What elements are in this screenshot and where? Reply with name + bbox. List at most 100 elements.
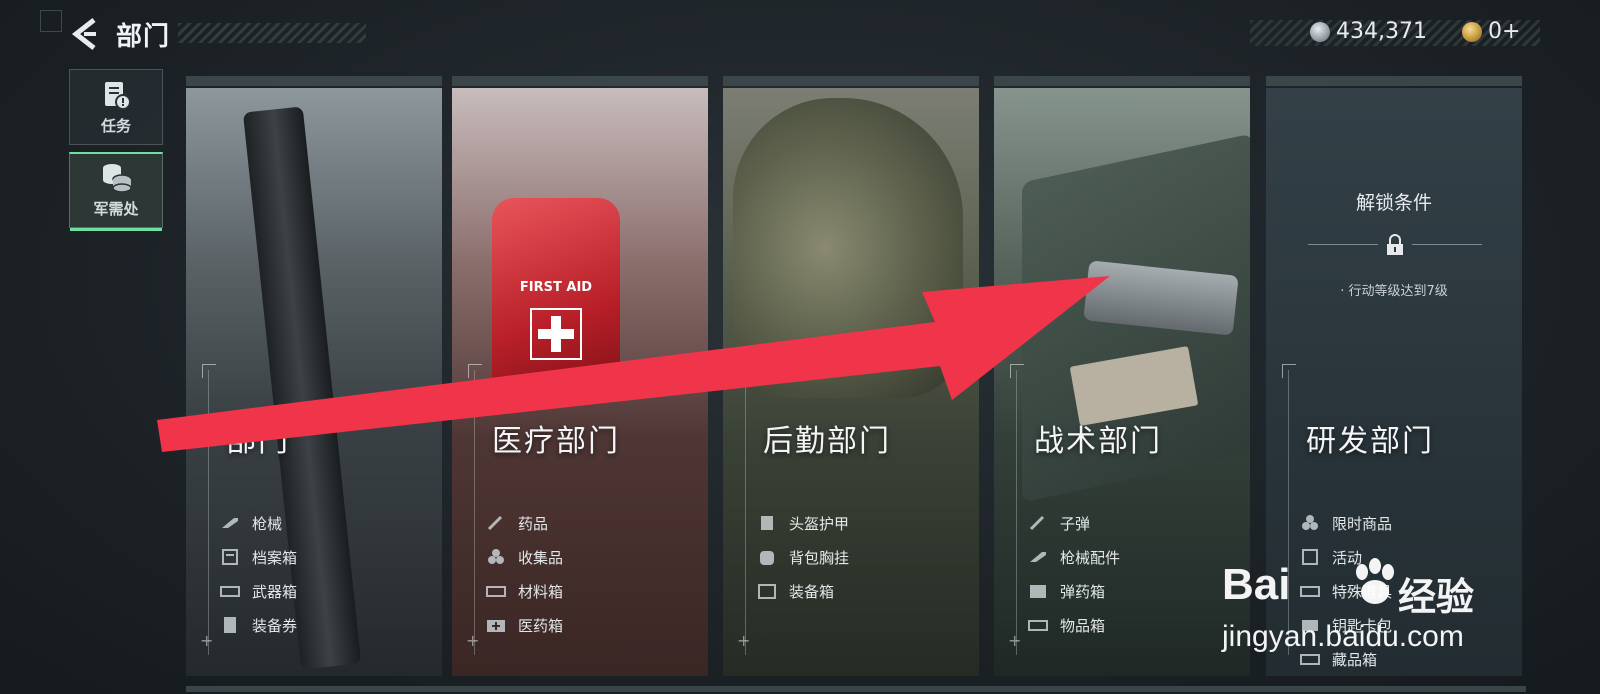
corner-mark: [1010, 364, 1024, 378]
item-label: 钥匙卡包: [1332, 616, 1393, 635]
list-item[interactable]: 物品箱: [1028, 608, 1120, 642]
list-item[interactable]: 背包胸挂: [757, 540, 849, 574]
item-label: 子弹: [1060, 514, 1091, 533]
card-header-strip: [186, 76, 442, 86]
card-header-strip: [723, 76, 979, 86]
card-background: 部门 枪械 档案箱 武器箱 装备券 +: [186, 88, 442, 676]
bullet-icon: [1028, 514, 1048, 532]
unlock-condition: · 行动等级达到7级: [1340, 284, 1448, 299]
dept-card-logistics[interactable]: 后勤部门 头盔护甲 背包胸挂 装备箱 +: [723, 76, 979, 676]
divider-line: [1308, 244, 1378, 245]
special-item-icon: [1300, 582, 1320, 600]
corner-mark: [739, 364, 753, 378]
list-item[interactable]: 药品: [486, 506, 563, 540]
list-item[interactable]: 装备券: [220, 608, 297, 642]
material-box-icon: [486, 582, 506, 600]
list-item[interactable]: 档案箱: [220, 540, 297, 574]
currency-amount: 0+: [1488, 19, 1521, 44]
side-nav-supply[interactable]: 军需处: [69, 152, 163, 231]
card-background: 后勤部门 头盔护甲 背包胸挂 装备箱 +: [723, 88, 979, 676]
list-item[interactable]: 武器箱: [220, 574, 297, 608]
list-item[interactable]: 活动: [1300, 540, 1392, 574]
back-button[interactable]: [70, 16, 100, 52]
weapon-case-icon: [220, 582, 240, 600]
divider-line: [745, 370, 746, 655]
item-label: 头盔护甲: [789, 514, 850, 533]
divider-line: [208, 370, 209, 655]
currency-silver: 434,371: [1310, 19, 1427, 44]
item-label: 枪械: [252, 514, 283, 533]
item-label: 药品: [518, 514, 549, 533]
list-item[interactable]: 钥匙卡包: [1300, 608, 1392, 642]
side-nav-task[interactable]: 任务: [69, 69, 163, 145]
bag-label: FIRST AID: [519, 280, 593, 295]
card-header-strip: [1266, 76, 1522, 86]
coin-stack-icon: [103, 164, 132, 193]
list-item[interactable]: 收集品: [486, 540, 563, 574]
attachment-icon: [1028, 548, 1048, 566]
plus-mark: +: [200, 631, 214, 650]
active-indicator: [70, 228, 162, 231]
file-box-icon: [220, 548, 240, 566]
currency-gold[interactable]: 0+: [1462, 19, 1520, 44]
page-title: 部门: [116, 22, 171, 52]
item-label: 背包胸挂: [789, 548, 850, 567]
currency-amount: 434,371: [1336, 19, 1427, 44]
dept-item-list: 枪械 档案箱 武器箱 装备券: [220, 506, 297, 642]
plus-mark: +: [466, 631, 480, 650]
divider-line: [1288, 370, 1289, 655]
dept-title: 部门: [226, 424, 290, 459]
list-item[interactable]: 头盔护甲: [757, 506, 849, 540]
dept-card-weapons[interactable]: 部门 枪械 档案箱 武器箱 装备券 +: [186, 76, 442, 676]
item-label: 档案箱: [252, 548, 298, 567]
plus-mark: +: [1008, 631, 1022, 650]
card-header-strip: [994, 76, 1250, 86]
first-aid-bag-image: FIRST AID: [492, 198, 620, 398]
dept-item-list: 药品 收集品 材料箱 医药箱: [486, 506, 563, 642]
divider-line: [474, 370, 475, 655]
list-item[interactable]: 枪械配件: [1028, 540, 1120, 574]
dept-item-list: 子弹 枪械配件 弹药箱 物品箱: [1028, 506, 1120, 642]
corner-frame: [40, 10, 62, 32]
medical-cross-icon: [530, 308, 582, 360]
dept-card-tactical[interactable]: 战术部门 子弹 枪械配件 弹药箱 物品箱 +: [994, 76, 1250, 676]
list-item[interactable]: 子弹: [1028, 506, 1120, 540]
divider-line: [1016, 370, 1017, 655]
medkit-icon: [486, 616, 506, 634]
list-item[interactable]: 藏品箱: [1300, 642, 1392, 676]
dept-item-list: 限时商品 活动 特殊道具 钥匙卡包 藏品箱: [1300, 506, 1392, 676]
item-label: 装备箱: [789, 582, 835, 601]
item-label: 特殊道具: [1332, 582, 1393, 601]
list-item[interactable]: 装备箱: [757, 574, 849, 608]
corner-mark: [1282, 364, 1296, 378]
bottom-scroll-bar[interactable]: [186, 686, 1526, 692]
list-item[interactable]: 限时商品: [1300, 506, 1392, 540]
item-label: 收集品: [518, 548, 564, 567]
dept-title: 战术部门: [1034, 424, 1162, 459]
card-background: 战术部门 子弹 枪械配件 弹药箱 物品箱 +: [994, 88, 1250, 676]
syringe-icon: [486, 514, 506, 532]
card-background: 解锁条件 · 行动等级达到7级 研发部门 限时商品 活动 特殊道具 钥匙卡包 藏…: [1266, 88, 1522, 676]
item-label: 弹药箱: [1060, 582, 1106, 601]
side-nav-label: 任务: [100, 116, 131, 135]
limited-goods-icon: [1300, 514, 1320, 532]
corner-mark: [468, 364, 482, 378]
list-item[interactable]: 弹药箱: [1028, 574, 1120, 608]
list-item[interactable]: 枪械: [220, 506, 297, 540]
item-label: 武器箱: [252, 582, 298, 601]
dept-item-list: 头盔护甲 背包胸挂 装备箱: [757, 506, 849, 608]
silver-coin-icon: [1310, 21, 1330, 42]
gold-coin-icon: [1462, 21, 1482, 42]
list-item[interactable]: 医药箱: [486, 608, 563, 642]
dept-card-research[interactable]: 解锁条件 · 行动等级达到7级 研发部门 限时商品 活动 特殊道具 钥匙卡包 藏…: [1266, 76, 1522, 676]
card-header-strip: [452, 76, 708, 86]
item-box-icon: [1028, 616, 1048, 634]
plus-mark: +: [737, 631, 751, 650]
item-label: 藏品箱: [1332, 650, 1378, 669]
list-item[interactable]: 材料箱: [486, 574, 563, 608]
item-label: 活动: [1332, 548, 1363, 567]
ammo-crate-icon: [1028, 582, 1048, 600]
list-item[interactable]: 特殊道具: [1300, 574, 1392, 608]
side-nav-label: 军需处: [93, 200, 139, 218]
dept-card-medical[interactable]: FIRST AID 医疗部门 药品 收集品 材料箱 医药箱 +: [452, 76, 708, 676]
